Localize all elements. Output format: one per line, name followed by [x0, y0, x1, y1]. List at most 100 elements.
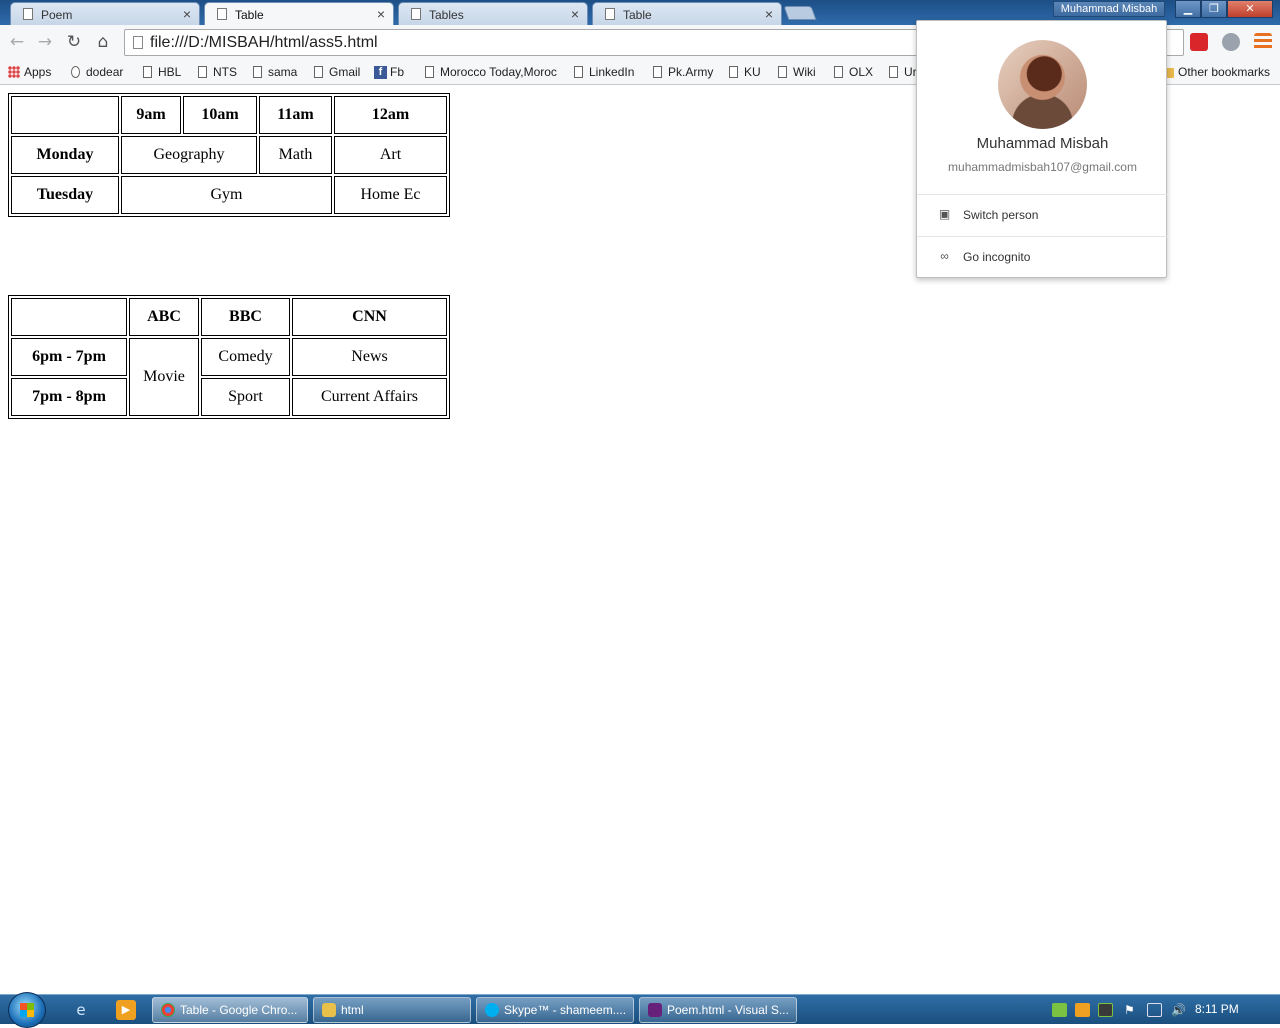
tray-update-icon[interactable]	[1075, 1003, 1090, 1017]
page-icon	[198, 66, 207, 78]
tray-app-icon[interactable]	[1052, 1003, 1067, 1017]
close-window-button[interactable]: ✕	[1227, 0, 1273, 18]
incognito-icon: ∞	[940, 249, 949, 263]
tab-title: Table	[235, 8, 264, 22]
forward-icon[interactable]: →	[34, 31, 56, 53]
bookmark-pk-army[interactable]: Pk.Army	[652, 63, 714, 82]
tab-table-active[interactable]: Table ×	[204, 2, 394, 26]
windows-taskbar: e ▶ Table - Google Chro... html Skype™ -…	[0, 992, 1280, 1028]
table-cell: Current Affairs	[292, 378, 447, 416]
close-icon[interactable]: ×	[183, 6, 191, 22]
table-cell: Art	[334, 136, 447, 174]
back-icon[interactable]: ←	[6, 31, 28, 53]
page-icon	[217, 8, 227, 20]
bookmark-apps[interactable]: Apps	[8, 63, 60, 82]
table-header-cell: 9am	[121, 96, 181, 134]
tab-poem[interactable]: Poem ×	[10, 2, 200, 25]
schedule-table: 9am 10am 11am 12am Monday Geography Math…	[8, 93, 450, 217]
page-icon	[605, 8, 615, 20]
close-icon[interactable]: ×	[765, 6, 773, 22]
bookmark-ku[interactable]: KU	[728, 63, 764, 82]
bookmark-hbl[interactable]: HBL	[142, 63, 186, 82]
table-header-cell: ABC	[129, 298, 199, 336]
tab-title: Poem	[41, 8, 73, 22]
switch-person-label: Switch person	[963, 208, 1039, 222]
table-cell: Gym	[121, 176, 332, 214]
page-icon	[253, 66, 262, 78]
profile-email: muhammadmisbah107@gmail.com	[948, 160, 1137, 174]
home-icon[interactable]: ⌂	[92, 31, 114, 53]
windows-logo-icon	[20, 1003, 34, 1017]
facebook-icon: f	[374, 66, 387, 79]
table-header-cell: 12am	[334, 96, 447, 134]
visual-studio-icon	[648, 1003, 662, 1017]
url-text[interactable]: file:///D:/MISBAH/html/ass5.html	[150, 34, 378, 52]
page-icon	[425, 66, 434, 78]
taskbar-item-chrome[interactable]: Table - Google Chro...	[152, 997, 308, 1023]
bookmark-gmail[interactable]: Gmail	[313, 63, 365, 82]
table-row: 7pm - 8pm Sport Current Affairs	[11, 378, 447, 416]
bookmark-olx[interactable]: OLX	[833, 63, 877, 82]
page-icon	[411, 8, 421, 20]
close-icon[interactable]: ×	[377, 6, 385, 22]
globe-icon	[71, 66, 80, 78]
person-icon: ▣	[938, 207, 951, 221]
profile-chip[interactable]: Muhammad Misbah	[1053, 1, 1165, 17]
taskbar-item-visual-studio[interactable]: Poem.html - Visual S...	[639, 997, 797, 1023]
table-cell: News	[292, 338, 447, 376]
taskbar-item-skype[interactable]: Skype™ - shameem....	[476, 997, 634, 1023]
avatar[interactable]	[998, 40, 1087, 129]
tab-title: Tables	[429, 8, 464, 22]
table-header-cell: 10am	[183, 96, 257, 134]
bookmark-dodear[interactable]: dodear	[70, 63, 132, 82]
maximize-button[interactable]: ❐	[1201, 0, 1227, 18]
bookmark-morocco-today[interactable]: Morocco Today,Moroc	[424, 63, 557, 82]
bookmark-wiki[interactable]: Wiki	[777, 63, 821, 82]
table-cell: Comedy	[201, 338, 290, 376]
row-header-cell: 7pm - 8pm	[11, 378, 127, 416]
page-icon	[574, 66, 583, 78]
page-icon	[314, 66, 323, 78]
new-tab-button[interactable]	[783, 6, 817, 20]
flag-icon[interactable]: ⚑	[1124, 1003, 1139, 1017]
page-icon	[889, 66, 898, 78]
menu-icon[interactable]	[1254, 33, 1272, 51]
volume-icon[interactable]: 🔊	[1171, 1003, 1186, 1017]
bookmark-linkedin[interactable]: LinkedIn	[573, 63, 637, 82]
row-header-cell: Monday	[11, 136, 119, 174]
row-header-cell: 6pm - 7pm	[11, 338, 127, 376]
table-cell: Sport	[201, 378, 290, 416]
minimize-button[interactable]: ▁	[1175, 0, 1201, 18]
media-player-icon[interactable]: ▶	[116, 1000, 136, 1020]
close-icon[interactable]: ×	[571, 6, 579, 22]
table-cell: Movie	[129, 338, 199, 416]
tray-nvidia-icon[interactable]	[1098, 1003, 1113, 1017]
network-icon[interactable]	[1147, 1003, 1162, 1017]
page-icon	[23, 8, 33, 20]
go-incognito-button[interactable]: ∞ Go incognito	[917, 237, 1168, 277]
start-button[interactable]	[8, 992, 46, 1028]
table-header-cell: CNN	[292, 298, 447, 336]
youtube-extension-icon[interactable]	[1190, 33, 1208, 51]
tab-table[interactable]: Table ×	[592, 2, 782, 25]
tab-title: Table	[623, 8, 652, 22]
chrome-icon	[161, 1003, 175, 1017]
table-row: 9am 10am 11am 12am	[11, 96, 447, 134]
page-icon	[778, 66, 787, 78]
reload-icon[interactable]: ↻	[63, 31, 85, 53]
internet-explorer-icon[interactable]: e	[71, 1000, 91, 1020]
apps-grid-icon	[8, 66, 20, 78]
bookmark-nts[interactable]: NTS	[197, 63, 241, 82]
bookmark-ur[interactable]: Ur	[888, 63, 916, 82]
switch-person-button[interactable]: ▣ Switch person	[917, 195, 1168, 235]
taskbar-item-explorer[interactable]: html	[313, 997, 471, 1023]
bookmark-sama[interactable]: sama	[252, 63, 302, 82]
other-bookmarks[interactable]: Other bookmarks	[1162, 63, 1276, 82]
extension-icon[interactable]	[1222, 33, 1240, 51]
skype-icon	[485, 1003, 499, 1017]
folder-icon	[322, 1003, 336, 1017]
page-icon	[143, 66, 152, 78]
clock[interactable]: 8:11 PM	[1195, 1002, 1239, 1016]
tab-tables[interactable]: Tables ×	[398, 2, 588, 25]
bookmark-fb[interactable]: f Fb	[374, 63, 414, 82]
